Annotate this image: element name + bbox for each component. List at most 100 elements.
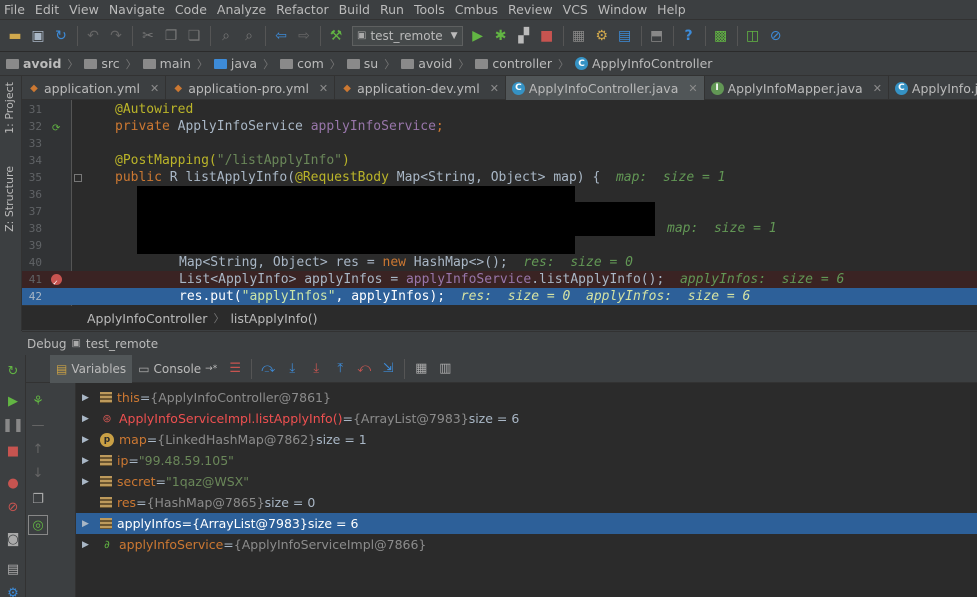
open-folder-icon[interactable]: ▬ [4, 25, 26, 47]
step-into-icon[interactable]: ⤓ [280, 358, 304, 380]
crumb-main[interactable]: main [142, 56, 191, 71]
columns-icon[interactable]: ▥ [433, 358, 457, 380]
crumb-src[interactable]: src [84, 56, 120, 71]
tab-variables[interactable]: ▤ Variables [50, 354, 133, 383]
save-all-icon[interactable]: ▣ [27, 25, 49, 47]
run-icon[interactable]: ▶ [467, 25, 489, 47]
fold-marker-icon[interactable] [74, 174, 82, 182]
variable-row-res[interactable]: res = {HashMap@7865} size = 0 [76, 492, 977, 513]
settings-icon[interactable]: ⚙ [3, 583, 23, 597]
debug-icon[interactable]: ✱ [490, 25, 512, 47]
variable-row-return-value[interactable]: ▶ ⊛ ApplyInfoServiceImpl.listApplyInfo()… [76, 408, 977, 429]
sdk-icon[interactable]: ▤ [614, 25, 636, 47]
cut-icon[interactable]: ✂ [137, 25, 159, 47]
close-icon[interactable]: ✕ [688, 82, 697, 95]
view-breakpoints-icon[interactable]: ● [3, 473, 23, 493]
copy-icon[interactable]: ❐ [160, 25, 182, 47]
menu-run[interactable]: Run [375, 0, 409, 20]
expand-arrow-icon[interactable]: ▶ [82, 477, 94, 487]
menu-cmbus[interactable]: Cmbus [450, 0, 503, 20]
step-out-icon[interactable]: ⤒ [328, 358, 352, 380]
show-execution-point-icon[interactable]: ☰ [223, 358, 247, 380]
menu-refactor[interactable]: Refactor [271, 0, 333, 20]
build-icon[interactable]: ⚒ [325, 25, 347, 47]
close-icon[interactable]: ✕ [490, 82, 499, 95]
evaluate-expression-icon[interactable]: ▦ [409, 358, 433, 380]
close-icon[interactable]: ✕ [150, 82, 159, 95]
close-icon[interactable]: ✕ [873, 82, 882, 95]
camera-icon[interactable]: ◙ [3, 529, 23, 549]
replace-icon[interactable]: ⌕ [238, 25, 260, 47]
tab-application-yml[interactable]: ◆ application.yml ✕ [22, 76, 167, 100]
redo-icon[interactable]: ↷ [105, 25, 127, 47]
tab-console[interactable]: ▭ Console →* [132, 355, 223, 383]
debug-session-tab[interactable]: test_remote [86, 337, 158, 351]
help-icon[interactable]: ? [678, 25, 700, 47]
crumb-avoid[interactable]: avoid [401, 56, 452, 71]
plugin-icon[interactable]: ▩ [710, 25, 732, 47]
menu-view[interactable]: View [64, 0, 104, 20]
expand-arrow-icon[interactable]: ▶ [82, 435, 94, 445]
paste-icon[interactable]: ❏ [183, 25, 205, 47]
down-arrow-icon[interactable]: ↓ [28, 463, 48, 483]
layout-icon[interactable]: ▤ [3, 559, 23, 579]
tab-applyinfocontroller-java[interactable]: C ApplyInfoController.java ✕ [505, 76, 705, 100]
stop-icon[interactable]: ■ [536, 25, 558, 47]
run-to-cursor-icon[interactable]: ⇲ [376, 358, 400, 380]
copy-icon[interactable]: ❐ [28, 489, 48, 509]
monitor-icon[interactable]: ◫ [742, 25, 764, 47]
find-icon[interactable]: ⌕ [215, 25, 237, 47]
tab-applyinfo-java[interactable]: C ApplyInfo.java [889, 76, 977, 100]
menu-review[interactable]: Review [503, 0, 558, 20]
crumb-project[interactable]: avoid [6, 56, 61, 71]
close-icon[interactable]: ✕ [319, 82, 328, 95]
project-structure-icon[interactable]: ▦ [568, 25, 590, 47]
expand-arrow-icon[interactable]: ▶ [82, 414, 94, 424]
tab-application-pro-yml[interactable]: ◆ application-pro.yml ✕ [166, 76, 336, 100]
vcs-icon[interactable]: ⬒ [646, 25, 668, 47]
resume-icon[interactable]: ▶ [3, 391, 23, 411]
variable-row-map[interactable]: ▶ p map = {LinkedHashMap@7862} size = 1 [76, 429, 977, 450]
tab-application-dev-yml[interactable]: ◆ application-dev.yml ✕ [335, 76, 506, 100]
tab-applyinfomapper-java[interactable]: I ApplyInfoMapper.java ✕ [705, 76, 889, 100]
expand-arrow-icon[interactable]: ▶ [82, 393, 94, 403]
crumb-java[interactable]: java [213, 56, 257, 71]
menu-vcs[interactable]: VCS [558, 0, 593, 20]
menu-navigate[interactable]: Navigate [104, 0, 170, 20]
variable-row-secret[interactable]: ▶ secret = "1qaz@WSX" [76, 471, 977, 492]
mute-breakpoints-icon[interactable]: ⊘ [3, 497, 23, 517]
menu-help[interactable]: Help [652, 0, 691, 20]
crumb-su[interactable]: su [346, 56, 378, 71]
breadcrumb-class[interactable]: ApplyInfoController [87, 311, 207, 326]
menu-edit[interactable]: Edit [30, 0, 64, 20]
project-tool-tab[interactable]: 1: Project [3, 82, 16, 134]
expand-arrow-icon[interactable]: ▶ [82, 456, 94, 466]
minus-icon[interactable]: — [28, 415, 48, 435]
menu-build[interactable]: Build [334, 0, 375, 20]
menu-code[interactable]: Code [170, 0, 212, 20]
code-editor[interactable]: 31 @Autowired 32 ⟳ private ApplyInfoServ… [22, 100, 977, 306]
variable-row-applyinfoservice[interactable]: ▶ ∂ applyInfoService = {ApplyInfoService… [76, 534, 977, 555]
variable-row-this[interactable]: ▶ this = {ApplyInfoController@7861} [76, 387, 977, 408]
rerun-icon[interactable]: ↻ [3, 361, 23, 381]
menu-window[interactable]: Window [593, 0, 652, 20]
crumb-com[interactable]: com [280, 56, 324, 71]
pause-icon[interactable]: ❚❚ [2, 415, 24, 435]
back-icon[interactable]: ⇦ [270, 25, 292, 47]
crumb-controller[interactable]: controller [475, 56, 552, 71]
variable-row-applyinfos[interactable]: ▶ applyInfos = {ArrayList@7983} size = 6 [76, 513, 977, 534]
variable-row-ip[interactable]: ▶ ip = "99.48.59.105" [76, 450, 977, 471]
up-arrow-icon[interactable]: ↑ [28, 439, 48, 459]
expand-arrow-icon[interactable]: ▶ [82, 519, 94, 529]
variables-tree[interactable]: ▶ this = {ApplyInfoController@7861} ▶ ⊛ … [76, 383, 977, 597]
forward-icon[interactable]: ⇨ [293, 25, 315, 47]
thread-icon[interactable]: ⚘ [28, 391, 48, 411]
crumb-class[interactable]: C ApplyInfoController [575, 56, 712, 71]
breadcrumb-method[interactable]: listApplyInfo() [230, 311, 317, 326]
drop-frame-icon[interactable]: ⤺ [352, 358, 376, 380]
sync-icon[interactable]: ↻ [50, 25, 72, 47]
step-over-icon[interactable]: ⤼ [256, 358, 280, 380]
watches-icon[interactable]: ◎ [28, 515, 48, 535]
settings-icon[interactable]: ⚙ [591, 25, 613, 47]
coverage-icon[interactable]: ▞ [513, 25, 535, 47]
